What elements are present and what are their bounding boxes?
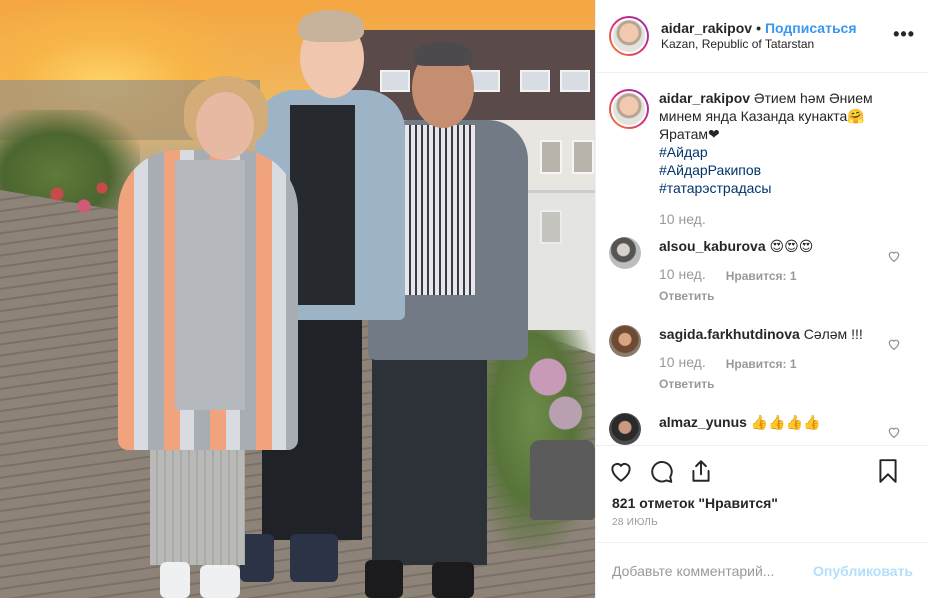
person-right-hair [414,42,472,66]
comment-icon[interactable] [648,458,674,484]
follow-button[interactable]: Подписаться [765,20,857,36]
post-actions [596,445,929,495]
comment-input[interactable] [612,562,812,579]
separator-dot: • [756,20,761,36]
comment-body: alsou_kaburova 😍😍😍 10 нед. Нравится: 1 О… [659,237,813,305]
caption-time[interactable]: 10 нед. [659,211,913,227]
building-window [572,140,594,174]
avatar-image [611,91,647,127]
shoe [240,534,274,582]
caption: aidar_rakipov Әтием һәм Әнием минем янда… [609,89,913,197]
comment-username[interactable]: alsou_kaburova [659,238,766,254]
comment-avatar[interactable] [609,325,641,357]
caption-avatar[interactable] [609,89,649,129]
author-username[interactable]: aidar_rakipov [661,20,752,36]
person-middle-shirt [290,105,355,305]
roof-window [470,70,500,92]
roof-window [560,70,590,92]
comment-meta: 10 нед. Нравится: 1 [659,265,813,285]
comment-likes[interactable]: Нравится: 1 [726,355,797,373]
comment-time[interactable]: 10 нед. [659,265,706,285]
add-comment-bar: Опубликовать [596,542,929,598]
comment-body: almaz_yunus 👍👍👍👍 [659,413,821,445]
comment-text: 😍😍😍 [769,238,814,254]
comment-avatar[interactable] [609,413,641,445]
reply-button[interactable]: Ответить [659,287,813,305]
heart-icon[interactable] [608,458,634,484]
heart-icon[interactable] [887,249,901,263]
header-text: aidar_rakipov • Подписаться Kazan, Republi… [661,20,857,52]
shoe [432,562,474,598]
shoe [160,562,190,598]
comment-username[interactable]: almaz_yunus [659,414,747,430]
comment-item: alsou_kaburova 😍😍😍 10 нед. Нравится: 1 О… [609,237,913,305]
comment-item: sagida.farkhutdinova Сәләм !!! 10 нед. Н… [609,325,913,393]
comment-likes[interactable]: Нравится: 1 [726,267,797,285]
comment-body: sagida.farkhutdinova Сәләм !!! 10 нед. Н… [659,325,863,393]
hydrangea [520,350,590,440]
roof-window [520,70,550,92]
post-photo[interactable] [0,0,595,598]
person-left-top [175,160,245,410]
person-left-head [196,92,254,160]
reply-button[interactable]: Ответить [659,375,863,393]
hashtag-link[interactable]: #татарэстрадасы [659,179,881,197]
person-middle-hair [298,10,364,42]
post-side-panel: aidar_rakipov • Подписаться Kazan, Republi… [595,0,929,598]
shoe [365,560,403,598]
comment-text: 👍👍👍👍 [750,414,821,430]
comment-meta: 10 нед. Нравится: 1 [659,353,863,373]
person-right-shirt [405,125,475,295]
hashtag-link[interactable]: #АйдарРакипов [659,161,881,179]
building-window [540,140,562,174]
comment-item: almaz_yunus 👍👍👍👍 [609,413,913,445]
roof-window [380,70,410,92]
comment-text: Сәләм !!! [803,326,863,342]
shoe [290,534,338,582]
avatar-image [611,18,647,54]
caption-body: aidar_rakipov Әтием һәм Әнием минем янда… [659,89,881,197]
hashtag-link[interactable]: #Айдар [659,143,881,161]
bookmark-icon[interactable] [875,458,901,484]
flowers [30,170,120,230]
author-avatar[interactable] [609,16,649,56]
more-icon[interactable]: ••• [893,24,915,45]
location-link[interactable]: Kazan, Republic of Tatarstan [661,36,857,52]
heart-icon[interactable] [887,337,901,351]
flower-pot [530,440,595,520]
publish-button[interactable]: Опубликовать [813,563,913,579]
instagram-post: aidar_rakipov • Подписаться Kazan, Republi… [0,0,929,598]
share-icon[interactable] [688,458,714,484]
glass-railing [520,190,595,350]
likes-count[interactable]: 821 отметок "Нравится" [596,495,929,511]
heart-icon[interactable] [887,425,901,439]
person-left-pants [150,445,245,565]
post-date[interactable]: 28 ИЮЛЬ [596,511,929,528]
shoe [200,565,240,598]
comments-section: aidar_rakipov Әтием һәм Әнием минем янда… [596,73,929,445]
comment-avatar[interactable] [609,237,641,269]
caption-username[interactable]: aidar_rakipov [659,90,750,106]
comment-time[interactable]: 10 нед. [659,353,706,373]
post-header: aidar_rakipov • Подписаться Kazan, Republi… [596,0,929,73]
comment-username[interactable]: sagida.farkhutdinova [659,326,800,342]
